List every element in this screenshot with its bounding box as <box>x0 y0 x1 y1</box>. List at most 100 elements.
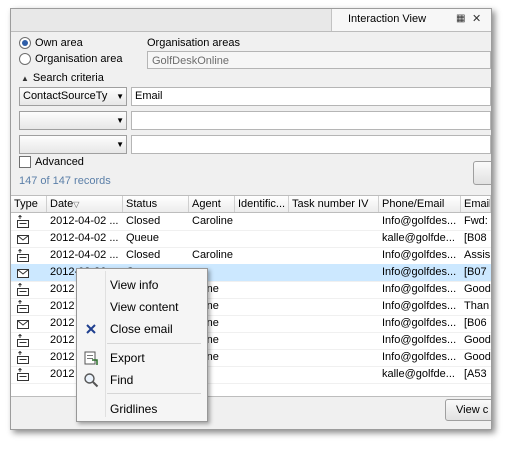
email-cell: [B07 <box>464 266 487 278</box>
phone-email-cell: Info@golfdes... <box>382 317 457 329</box>
advanced-checkbox[interactable]: Advanced <box>19 156 84 168</box>
task-icon <box>17 214 29 228</box>
criteria-value-input-2[interactable] <box>131 111 491 130</box>
email-cell: [B08 <box>464 232 487 244</box>
pin-icon[interactable]: ▦ <box>456 13 465 24</box>
organisation-areas-field[interactable]: GolfDeskOnline <box>147 51 491 69</box>
agent-cell: Caroline <box>192 215 233 227</box>
task-icon <box>17 282 29 296</box>
search-criteria-header[interactable]: ▲ Search criteria <box>21 72 104 84</box>
criteria-field-1-value: ContactSourceTy <box>23 90 108 102</box>
menu-item-label: Close email <box>110 322 173 336</box>
email-cell: Than <box>464 300 490 312</box>
task-icon <box>17 248 29 262</box>
menu-item-gridlines[interactable]: Gridlines <box>77 399 205 419</box>
organisation-area-label: Organisation area <box>35 53 123 65</box>
tab-interaction-view[interactable]: Interaction View ▦ ✕ <box>331 9 491 31</box>
column-header-date[interactable]: Date▽ <box>47 196 123 212</box>
email-cell: [A53 <box>464 368 487 380</box>
close-icon[interactable]: ✕ <box>472 12 481 25</box>
date-cell: 2012-04-02 ... <box>50 215 119 227</box>
view-button[interactable]: View c <box>445 399 491 421</box>
column-header-date-label: Date <box>50 198 74 210</box>
task-icon <box>17 333 29 347</box>
title-bar: Interaction View ▦ ✕ <box>11 9 491 32</box>
column-header-task-number[interactable]: Task number IV <box>289 196 379 212</box>
status-cell: Queue <box>126 232 160 244</box>
date-cell: 2012-04-02 ... <box>50 249 119 261</box>
menu-item-close-email[interactable]: Close email <box>77 319 205 339</box>
envelope-icon <box>17 266 29 279</box>
phone-email-cell: Info@golfdes... <box>382 300 457 312</box>
magnifier-icon <box>83 372 99 388</box>
phone-email-cell: Info@golfdes... <box>382 215 457 227</box>
dropdown-arrow-icon[interactable]: ▼ <box>116 112 124 129</box>
email-cell: [B06 <box>464 317 487 329</box>
menu-separator <box>107 343 201 344</box>
context-menu: View info View content Close email Expor… <box>76 268 208 422</box>
column-header-email[interactable]: Email <box>461 196 491 212</box>
envelope-icon <box>17 317 29 330</box>
records-count: 147 of 147 records <box>19 175 111 187</box>
own-area-radio[interactable]: Own area <box>19 37 83 49</box>
task-icon <box>17 299 29 313</box>
table-row[interactable]: 2012-04-02 ... Closed Caroline Info@golfdes… <box>11 247 491 265</box>
dropdown-arrow-icon[interactable]: ▼ <box>116 136 124 153</box>
table-row[interactable]: 2012-04-02 ... Queue kalle@golfde... [B08 <box>11 230 491 248</box>
export-icon <box>83 350 99 366</box>
phone-email-cell: Info@golfdes... <box>382 249 457 261</box>
agent-cell <box>189 230 235 247</box>
column-header-status[interactable]: Status <box>123 196 189 212</box>
criteria-field-select-3[interactable]: ▼ <box>19 135 127 154</box>
column-header-identification[interactable]: Identific... <box>235 196 289 212</box>
search-criteria-label: Search criteria <box>32 72 104 84</box>
column-header-phone-email[interactable]: Phone/Email <box>379 196 461 212</box>
menu-separator <box>107 393 201 394</box>
column-header-type[interactable]: Type <box>11 196 47 212</box>
status-cell: Closed <box>126 215 161 227</box>
agent-cell: Caroline <box>192 249 233 261</box>
table-row[interactable]: 2012-04-02 ... Closed Caroline Info@golfdes… <box>11 213 491 231</box>
search-button[interactable] <box>473 161 491 185</box>
envelope-icon <box>17 232 29 245</box>
menu-item-label: Find <box>110 373 134 387</box>
menu-item-view-content[interactable]: View content <box>77 297 205 317</box>
advanced-label: Advanced <box>35 156 84 168</box>
task-icon <box>17 350 29 364</box>
email-cell: Fwd: <box>464 215 488 227</box>
radio-unselected-icon[interactable] <box>19 53 31 65</box>
close-x-icon <box>83 321 99 337</box>
tab-title: Interaction View <box>348 13 427 25</box>
checkbox-icon[interactable] <box>19 156 31 168</box>
criteria-field-select-2[interactable]: ▼ <box>19 111 127 130</box>
menu-item-view-info[interactable]: View info <box>77 275 205 295</box>
criteria-field-select-1[interactable]: ContactSourceTy ▼ <box>19 87 127 106</box>
email-cell: Assis <box>464 249 491 261</box>
criteria-value-input-1[interactable]: Email <box>131 87 491 106</box>
menu-item-label: Export <box>110 351 145 365</box>
dropdown-arrow-icon[interactable]: ▼ <box>116 88 124 105</box>
status-cell: Closed <box>126 249 161 261</box>
phone-email-cell: kalle@golfde... <box>382 368 455 380</box>
date-cell: 2012-04-02 ... <box>50 232 119 244</box>
phone-email-cell: Info@golfdes... <box>382 334 457 346</box>
email-cell: Good <box>464 351 491 363</box>
organisation-area-radio[interactable]: Organisation area <box>19 53 122 65</box>
menu-item-export[interactable]: Export <box>77 348 205 368</box>
criteria-value-input-3[interactable] <box>131 135 491 154</box>
task-icon <box>17 367 29 381</box>
email-cell: Good <box>464 283 491 295</box>
own-area-label: Own area <box>35 37 83 49</box>
organisation-areas-label: Organisation areas <box>147 37 240 49</box>
radio-selected-icon[interactable] <box>19 37 31 49</box>
phone-email-cell: Info@golfdes... <box>382 266 457 278</box>
email-cell: Good <box>464 334 491 346</box>
menu-item-find[interactable]: Find <box>77 370 205 390</box>
column-header-agent[interactable]: Agent <box>189 196 235 212</box>
grid-header: Type Date▽ Status Agent Identific... Tas… <box>11 196 491 213</box>
phone-email-cell: Info@golfdes... <box>382 283 457 295</box>
phone-email-cell: Info@golfdes... <box>382 351 457 363</box>
collapse-triangle-icon[interactable]: ▲ <box>21 74 29 83</box>
menu-item-label: Gridlines <box>110 402 158 416</box>
sort-descending-icon: ▽ <box>73 200 80 209</box>
